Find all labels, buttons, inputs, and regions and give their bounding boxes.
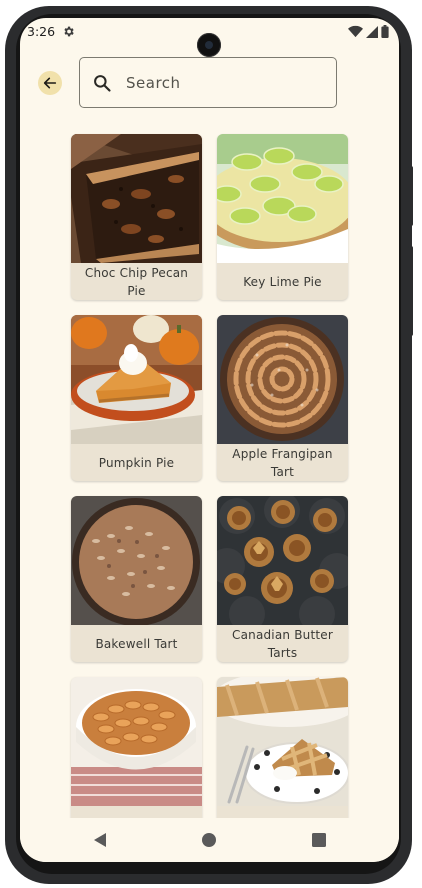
wifi-icon (348, 25, 363, 38)
cellular-signal-icon (366, 25, 378, 38)
settings-gear-icon (64, 26, 74, 37)
recipe-image (71, 134, 202, 263)
app-screen: 3:26 Search Choc Chip Pecan Pie Key Lime… (20, 18, 399, 862)
home-circle-icon[interactable] (201, 832, 217, 848)
recipe-title: Bakewell Tart (95, 636, 178, 651)
recipe-title: Choc Chip Pecan Pie (84, 265, 189, 298)
volume-button (408, 246, 413, 336)
status-icons (348, 25, 389, 38)
recipe-image (71, 677, 202, 806)
recipe-image (217, 315, 348, 444)
search-input[interactable] (126, 68, 326, 98)
battery-icon (381, 25, 389, 38)
power-button (408, 166, 413, 226)
search-field[interactable] (79, 57, 337, 108)
recipe-card[interactable]: Bakewell Tart (71, 496, 202, 662)
recipe-card[interactable]: Canadian Butter Tarts (217, 496, 348, 662)
recipe-grid: Choc Chip Pecan Pie Key Lime Pie Pumpkin… (71, 134, 348, 843)
system-nav-bar (20, 818, 399, 862)
recipe-title: Pumpkin Pie (98, 455, 175, 470)
recipe-card[interactable]: Choc Chip Pecan Pie (71, 134, 202, 300)
recipe-image (217, 677, 348, 806)
recipe-title: Canadian Butter Tarts (232, 627, 333, 660)
recipe-title: Key Lime Pie (243, 274, 322, 289)
recents-square-icon[interactable] (311, 832, 327, 848)
recipe-image (71, 496, 202, 625)
recipe-card[interactable]: Key Lime Pie (217, 134, 348, 300)
search-icon (94, 75, 111, 92)
recipe-title: Apple Frangipan Tart (232, 446, 333, 479)
recipe-image (71, 315, 202, 444)
back-triangle-icon[interactable] (92, 832, 108, 848)
recipe-card[interactable]: Pumpkin Pie (71, 315, 202, 481)
recipe-image (217, 496, 348, 625)
recipe-image (217, 134, 348, 263)
recipe-card[interactable]: Apple Frangipan Tart (217, 315, 348, 481)
front-camera (197, 33, 221, 57)
arrow-back-icon (43, 77, 57, 89)
back-button[interactable] (38, 71, 62, 95)
status-time: 3:26 (27, 24, 56, 39)
